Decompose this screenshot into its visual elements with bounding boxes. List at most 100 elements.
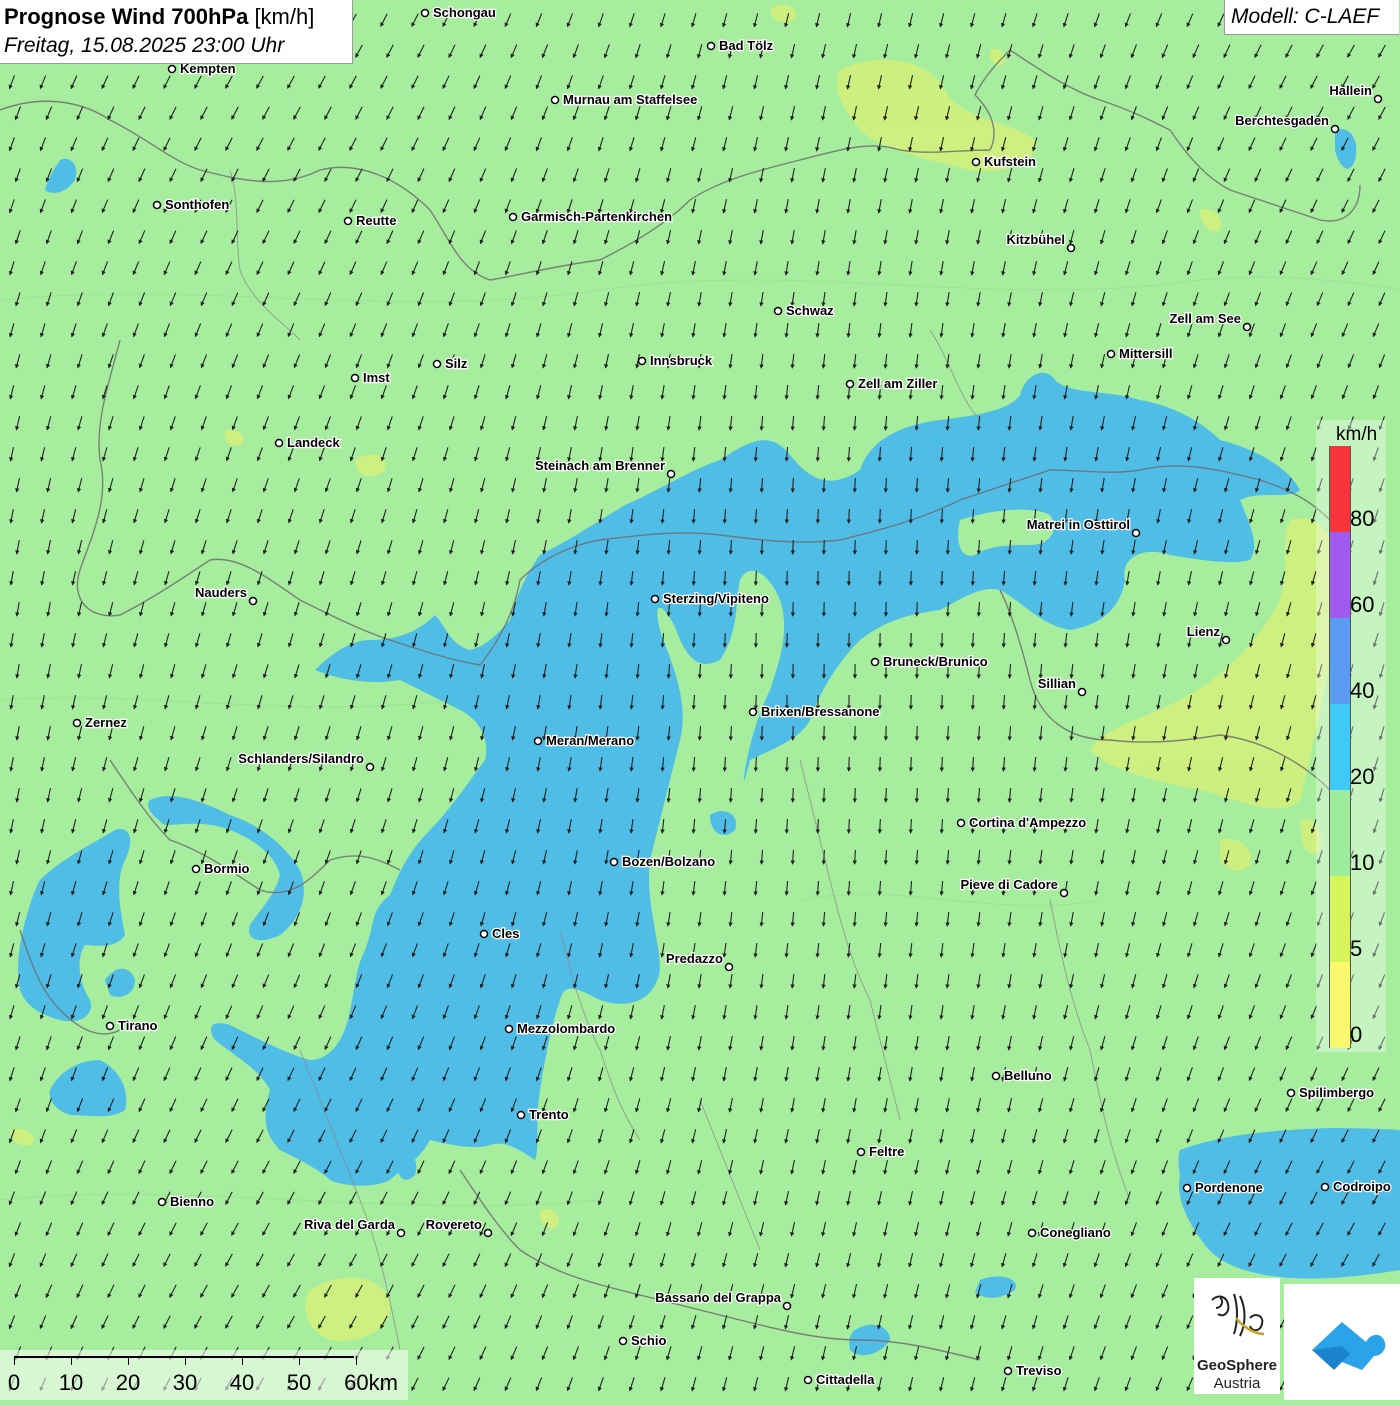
place-label: Schongau bbox=[433, 5, 496, 20]
place-30: Cortina d'Ampezzo bbox=[958, 815, 1087, 830]
wind-arrow bbox=[756, 757, 757, 771]
place-marker bbox=[639, 358, 646, 365]
place-label: Lienz bbox=[1187, 624, 1221, 639]
color-legend: km/h 806040201050 bbox=[1316, 420, 1386, 1052]
wind-arrow bbox=[855, 788, 856, 802]
place-marker bbox=[1223, 637, 1230, 644]
place-marker bbox=[1288, 1090, 1295, 1097]
wind-arrow bbox=[818, 509, 819, 523]
place-marker bbox=[847, 381, 854, 388]
place-label: Brixen/Bressanone bbox=[761, 704, 880, 719]
place-label: Mittersill bbox=[1119, 346, 1172, 361]
place-label: Meran/Merano bbox=[546, 733, 634, 748]
place-marker bbox=[518, 1112, 525, 1119]
place-marker bbox=[668, 471, 675, 478]
forecast-datetime: Freitag, 15.08.2025 23:00 Uhr bbox=[4, 34, 284, 58]
title-main: Prognose Wind 700hPa bbox=[4, 4, 248, 29]
place-marker bbox=[1322, 1184, 1329, 1191]
scale-label: 0 bbox=[8, 1370, 20, 1396]
place-label: Schio bbox=[631, 1333, 666, 1348]
wind-arrow bbox=[948, 726, 949, 740]
geosphere-line2: Austria bbox=[1194, 1375, 1280, 1392]
geosphere-logo: GeoSphere Austria bbox=[1194, 1278, 1280, 1394]
place-marker bbox=[958, 820, 965, 827]
place-label: Kitzbühel bbox=[1007, 232, 1066, 247]
place-label: Conegliano bbox=[1040, 1225, 1111, 1240]
weather-app-logo bbox=[1284, 1284, 1400, 1400]
scale-label: 60km bbox=[344, 1370, 398, 1396]
place-39: Spilimbergo bbox=[1288, 1085, 1375, 1100]
legend-label: 60 bbox=[1350, 592, 1374, 618]
place-label: Garmisch-Partenkirchen bbox=[521, 209, 672, 224]
place-label: Feltre bbox=[869, 1144, 904, 1159]
scale-tick bbox=[356, 1356, 357, 1365]
place-4: Murnau am Staffelsee bbox=[552, 92, 698, 107]
place-marker bbox=[276, 440, 283, 447]
place-label: Landeck bbox=[287, 435, 341, 450]
place-marker bbox=[367, 764, 374, 771]
place-marker bbox=[398, 1230, 405, 1237]
place-28: Meran/Merano bbox=[535, 733, 635, 748]
place-marker bbox=[993, 1073, 1000, 1080]
title-unit: [km/h] bbox=[254, 4, 314, 29]
place-label: Predazzo bbox=[666, 951, 723, 966]
place-22: Sterzing/Vipiteno bbox=[652, 591, 769, 606]
wind-arrow bbox=[886, 478, 887, 492]
wind-arrow bbox=[942, 633, 943, 647]
wind-arrow bbox=[880, 509, 881, 523]
scale-tick bbox=[185, 1356, 186, 1365]
place-marker bbox=[481, 931, 488, 938]
place-label: Belluno bbox=[1004, 1068, 1052, 1083]
legend-label: 40 bbox=[1350, 678, 1374, 704]
place-marker bbox=[169, 66, 176, 73]
place-marker bbox=[652, 596, 659, 603]
place-marker bbox=[510, 214, 517, 221]
place-marker bbox=[1061, 890, 1068, 897]
wind-arrow bbox=[818, 819, 819, 833]
place-marker bbox=[872, 659, 879, 666]
place-marker bbox=[434, 361, 441, 368]
wind-arrow bbox=[756, 695, 757, 709]
place-marker bbox=[1029, 1230, 1036, 1237]
place-marker bbox=[74, 720, 81, 727]
place-label: Tirano bbox=[118, 1018, 158, 1033]
place-9: Garmisch-Partenkirchen bbox=[510, 209, 673, 224]
place-marker bbox=[506, 1026, 513, 1033]
place-26: Brixen/Bressanone bbox=[750, 704, 880, 719]
legend-label: 0 bbox=[1350, 1022, 1362, 1048]
wind-arrow bbox=[756, 571, 757, 585]
place-marker bbox=[1133, 530, 1140, 537]
place-marker bbox=[1375, 96, 1382, 103]
legend-swatch bbox=[1329, 618, 1351, 704]
place-label: Imst bbox=[363, 370, 390, 385]
wind-arrow bbox=[787, 509, 788, 523]
legend-label: 80 bbox=[1350, 506, 1374, 532]
wind-arrow bbox=[973, 633, 974, 647]
place-24: Bruneck/Brunico bbox=[872, 654, 988, 669]
place-marker bbox=[1068, 245, 1075, 252]
place-label: Cortina d'Ampezzo bbox=[969, 815, 1086, 830]
place-marker bbox=[858, 1149, 865, 1156]
legend-swatch bbox=[1329, 790, 1351, 876]
place-31: Bozen/Bolzano bbox=[611, 854, 716, 869]
place-marker bbox=[1108, 351, 1115, 358]
place-label: Bruneck/Brunico bbox=[883, 654, 988, 669]
place-label: Riva del Garda bbox=[304, 1217, 396, 1232]
place-label: Silz bbox=[445, 356, 468, 371]
legend-swatch bbox=[1329, 446, 1351, 532]
legend-unit: km/h bbox=[1336, 424, 1377, 446]
wind-arrow bbox=[731, 726, 732, 740]
place-37: Mezzolombardo bbox=[506, 1021, 616, 1036]
place-label: Pordenone bbox=[1195, 1180, 1263, 1195]
place-label: Bormio bbox=[204, 861, 250, 876]
wind-arrow bbox=[787, 757, 788, 771]
place-marker bbox=[611, 859, 618, 866]
place-label: Spilimbergo bbox=[1299, 1085, 1374, 1100]
scale-line bbox=[14, 1356, 354, 1358]
place-label: Schwaz bbox=[786, 303, 834, 318]
scale-tick bbox=[14, 1356, 15, 1365]
scale-bar: 0102030405060km bbox=[0, 1350, 408, 1400]
place-label: Bad Tölz bbox=[719, 38, 774, 53]
wind-arrow bbox=[911, 757, 912, 771]
place-label: Sillian bbox=[1038, 676, 1076, 691]
